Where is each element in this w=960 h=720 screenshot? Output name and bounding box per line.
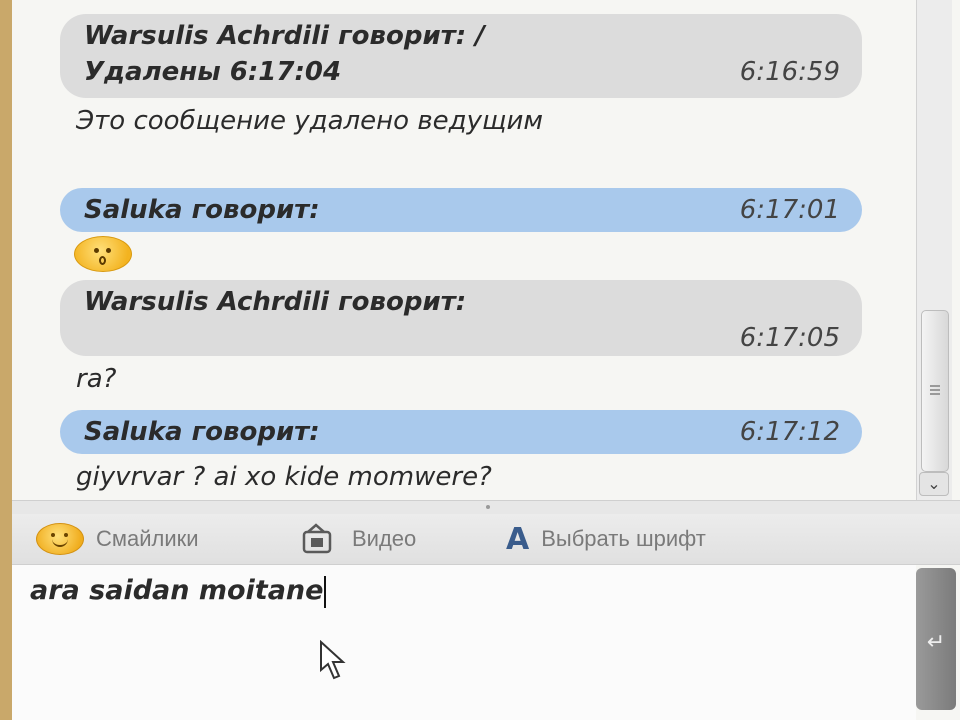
conversation-history[interactable]: Warsulis Achrdili говорит: / Удалены 6:1… [12, 0, 916, 500]
smileys-label: Смайлики [96, 526, 199, 551]
sender-name: Warsulis Achrdili говорит: / [84, 21, 485, 51]
message-time: 6:17:01 [739, 195, 840, 225]
smiley-icon [36, 523, 84, 555]
message-input-text[interactable]: ara saidan moitane [30, 569, 327, 613]
message-header: Saluka говорит: 6:17:01 [60, 188, 862, 232]
text-caret [324, 575, 327, 608]
font-icon: A [506, 521, 530, 557]
smileys-button[interactable]: Смайлики [36, 522, 199, 556]
video-button[interactable]: Видео [300, 522, 416, 556]
scroll-down-button[interactable]: ⌄ [919, 472, 949, 496]
mouse-pointer-icon [320, 640, 346, 680]
sender-name: Warsulis Achrdili говорит: [84, 287, 467, 317]
enter-icon: ↵ [926, 630, 946, 655]
sender-name: Saluka говорит: [84, 195, 320, 225]
scrollbar-thumb[interactable] [921, 310, 949, 472]
choose-font-label: Выбрать шрифт [541, 526, 706, 551]
message-time: 6:16:59 [739, 57, 840, 87]
splitter-grip [486, 505, 490, 509]
message-header: Warsulis Achrdili говорит: / Удалены 6:1… [60, 14, 862, 98]
video-label: Видео [352, 526, 417, 551]
message-header: Saluka говорит: 6:17:12 [60, 410, 862, 454]
input-toolbar: Смайлики Видео A Выбрать шрифт [12, 514, 960, 565]
send-button[interactable]: ↵ [916, 568, 956, 710]
message-header: Warsulis Achrdili говорит: 6:17:05 [60, 280, 862, 356]
deleted-note: Удалены 6:17:04 [84, 57, 342, 87]
pane-splitter[interactable] [12, 500, 960, 515]
message-text: ra? [76, 364, 117, 394]
video-icon [302, 523, 332, 554]
choose-font-button[interactable]: A Выбрать шрифт [506, 521, 706, 557]
message-input[interactable]: ara saidan moitane [12, 565, 916, 720]
message-time: 6:17:12 [739, 417, 840, 447]
chat-window: Warsulis Achrdili говорит: / Удалены 6:1… [12, 0, 960, 720]
chat-scrollbar[interactable]: ⌄ [916, 0, 952, 500]
surprised-smiley-icon [74, 236, 132, 272]
message-text: Это сообщение удалено ведущим [76, 106, 544, 136]
message-time: 6:17:05 [739, 323, 840, 353]
sender-name: Saluka говорит: [84, 417, 320, 447]
message-text: giyvrvar ? ai xo kide momwere? [76, 462, 492, 492]
